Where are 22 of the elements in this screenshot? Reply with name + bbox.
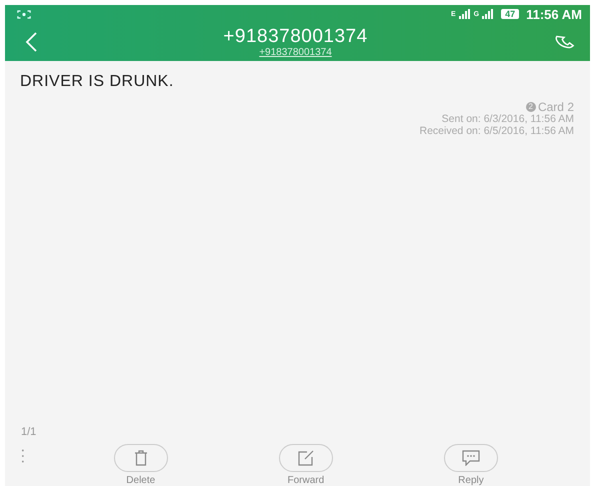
more-icon[interactable] bbox=[21, 448, 25, 464]
contact-number: +918378001374 bbox=[223, 26, 368, 46]
action-button[interactable]: Reply bbox=[424, 444, 518, 486]
sim-label: Card 2 bbox=[538, 101, 574, 113]
battery-level: 47 bbox=[501, 9, 520, 19]
signal-icon bbox=[458, 9, 471, 19]
sent-time: Sent on: 6/3/2016, 11:56 AM bbox=[442, 113, 574, 125]
sim-badge: 2 bbox=[526, 102, 536, 112]
signal-icon bbox=[482, 9, 494, 19]
trash-icon bbox=[132, 450, 149, 466]
action-button[interactable]: Forward bbox=[260, 444, 352, 486]
received-time: Received on: 6/5/2016, 11:56 AM bbox=[420, 125, 574, 137]
message-text: DRIVER IS DRUNK. bbox=[19, 72, 175, 91]
screenshot-icon bbox=[17, 10, 31, 18]
page-counter: 1/1 bbox=[20, 426, 38, 440]
back-icon[interactable] bbox=[25, 32, 37, 52]
phone-icon[interactable] bbox=[554, 34, 576, 50]
clock-time: 11:56 AM bbox=[526, 6, 582, 22]
contact-subnumber: +918378001374 bbox=[259, 46, 332, 58]
action-button[interactable]: Delete bbox=[94, 444, 187, 486]
edit-icon bbox=[298, 450, 314, 466]
chat-icon bbox=[462, 450, 480, 466]
